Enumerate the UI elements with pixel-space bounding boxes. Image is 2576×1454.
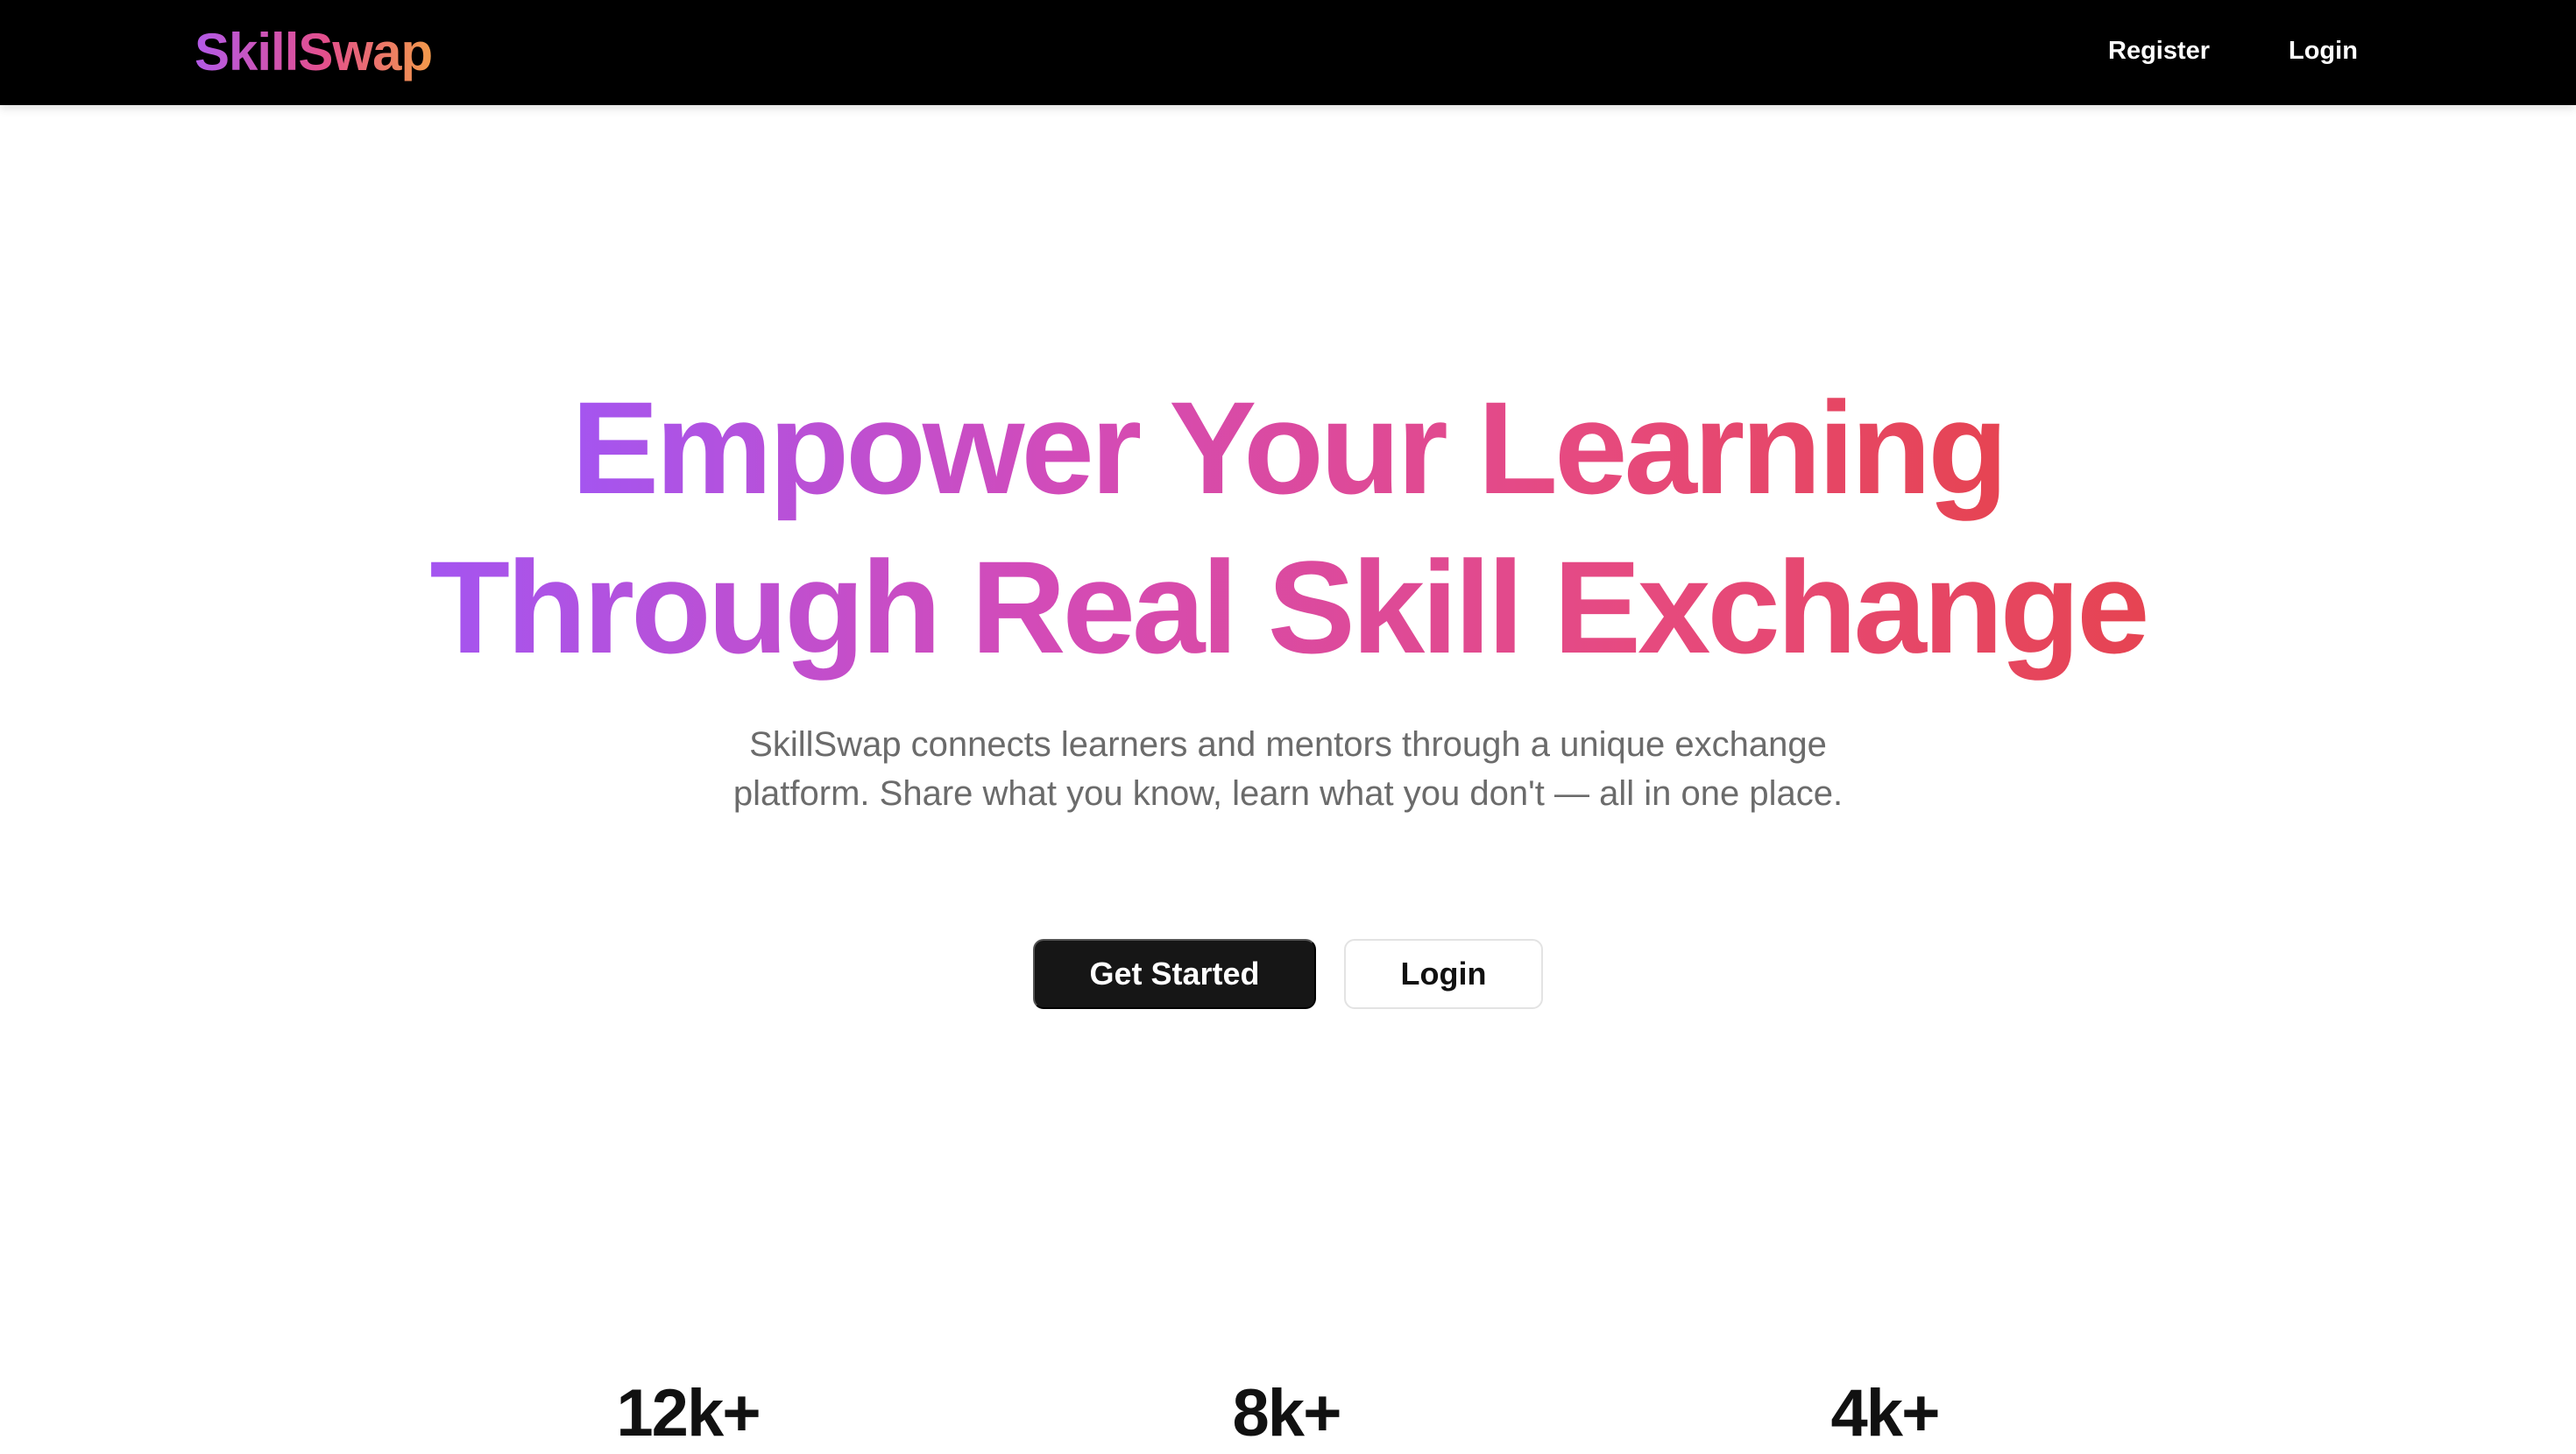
stat-value: 4k+: [1830, 1376, 1941, 1450]
nav-register-link[interactable]: Register: [2108, 33, 2210, 68]
hero-subtitle: SkillSwap connects learners and mentors …: [732, 725, 1844, 813]
hero-title-line-2: Through Real Skill Exchange: [429, 527, 2149, 687]
hero-title: Empower Your Learning Through Real Skill…: [0, 368, 2576, 687]
stat-value: 12k+: [616, 1376, 761, 1450]
stat-value: 8k+: [1232, 1376, 1342, 1450]
hero-title-line-1: Empower Your Learning: [571, 368, 2008, 527]
get-started-button[interactable]: Get Started: [1033, 939, 1316, 1009]
logo[interactable]: SkillSwap: [195, 19, 433, 86]
top-navbar: SkillSwap Register Login: [0, 0, 2576, 105]
login-button[interactable]: Login: [1344, 939, 1543, 1009]
nav-login-link[interactable]: Login: [2289, 33, 2358, 68]
